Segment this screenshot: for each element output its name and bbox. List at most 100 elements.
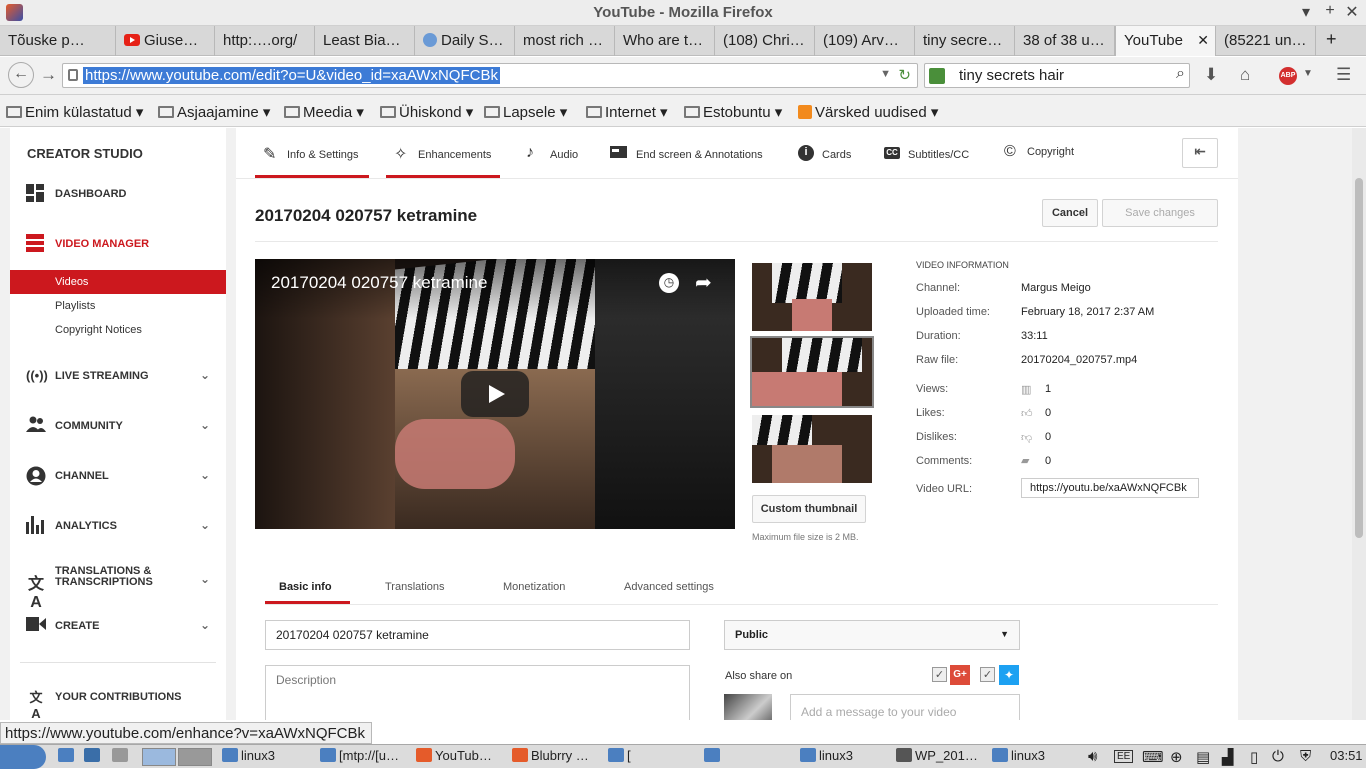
- adblock-dropdown-icon[interactable]: ▼: [1303, 68, 1313, 79]
- minimize-icon[interactable]: ▾: [1296, 2, 1316, 22]
- browser-tab[interactable]: 38 of 38 u…: [1015, 26, 1115, 56]
- share-message-field[interactable]: Add a message to your video: [790, 694, 1020, 720]
- menu-icon[interactable]: ☰: [1336, 65, 1351, 85]
- sidebar-subitem-playlists[interactable]: Playlists: [10, 294, 226, 318]
- thumbnail-option-selected[interactable]: [750, 336, 874, 408]
- close-icon[interactable]: ✕: [1342, 2, 1362, 22]
- search-icon[interactable]: ⌕: [1176, 65, 1185, 83]
- taskbar-launcher[interactable]: [112, 748, 131, 763]
- sidebar-item-analytics[interactable]: ANALYTICS ⌄: [10, 514, 226, 538]
- player-title[interactable]: 20170204 020757 ketramine: [271, 273, 487, 293]
- sidebar-subitem-copyright-notices[interactable]: Copyright Notices: [10, 318, 226, 342]
- tab-advanced-settings[interactable]: Advanced settings: [624, 574, 714, 604]
- browser-tab[interactable]: http:….org/: [215, 26, 315, 56]
- tab-cards[interactable]: i Cards: [798, 140, 868, 178]
- sidebar-item-dashboard[interactable]: DASHBOARD: [10, 182, 226, 206]
- video-url-field[interactable]: https://youtu.be/xaAWxNQFCBk: [1021, 478, 1199, 498]
- sidebar-item-channel[interactable]: CHANNEL ⌄: [10, 464, 226, 488]
- maximize-icon[interactable]: +: [1320, 2, 1340, 20]
- sidebar-subitem-videos[interactable]: Videos: [10, 270, 226, 294]
- tab-enhancements[interactable]: ✧ Enhancements: [386, 140, 500, 178]
- sidebar-item-create[interactable]: CREATE ⌄: [10, 614, 226, 638]
- reload-icon[interactable]: ↻: [898, 66, 911, 84]
- bookmark-folder[interactable]: Meedia ▾: [284, 103, 364, 121]
- browser-tab[interactable]: Giuse…: [116, 26, 215, 56]
- custom-thumbnail-button[interactable]: Custom thumbnail: [752, 495, 866, 523]
- taskbar-window[interactable]: Blubrry …: [512, 748, 589, 763]
- sidebar-item-translations[interactable]: 文A TRANSLATIONS & TRANSCRIPTIONS ⌄: [10, 564, 226, 612]
- tab-basic-info[interactable]: Basic info: [265, 574, 350, 604]
- bookmark-folder[interactable]: Lapsele ▾: [484, 103, 567, 121]
- bookmark-folder[interactable]: Asjaajamine ▾: [158, 103, 270, 121]
- cancel-button[interactable]: Cancel: [1042, 199, 1098, 227]
- workspace-1[interactable]: [142, 748, 176, 766]
- notes-icon[interactable]: ▤: [1196, 748, 1210, 766]
- tab-monetization[interactable]: Monetization: [503, 574, 565, 604]
- scrollbar-thumb[interactable]: [1355, 178, 1363, 538]
- sidebar-item-video-manager[interactable]: VIDEO MANAGER: [10, 232, 226, 256]
- taskbar-launcher[interactable]: [84, 748, 103, 763]
- new-tab-icon[interactable]: +: [1318, 26, 1348, 56]
- tab-info-settings[interactable]: ✎ Info & Settings: [255, 140, 369, 178]
- watch-later-icon[interactable]: ◷: [659, 273, 679, 293]
- browser-tab-active[interactable]: YouTube ✕: [1115, 26, 1216, 56]
- taskbar-window[interactable]: YouTub…: [416, 748, 492, 763]
- tab-subtitles[interactable]: CC Subtitles/CC: [884, 140, 984, 178]
- tab-copyright[interactable]: © Copyright: [1004, 140, 1094, 178]
- back-icon[interactable]: ←: [8, 62, 34, 88]
- adblock-icon[interactable]: ABP: [1279, 67, 1297, 85]
- power-icon[interactable]: ⏻: [1272, 748, 1284, 765]
- bookmark-feed[interactable]: Värsked uudised ▾: [798, 103, 938, 121]
- taskbar-launcher[interactable]: [58, 748, 77, 763]
- privacy-select[interactable]: Public ▼: [724, 620, 1020, 650]
- bookmark-folder[interactable]: Internet ▾: [586, 103, 668, 121]
- network-icon[interactable]: ▟: [1222, 748, 1234, 766]
- volume-icon[interactable]: 🔊︎: [1088, 748, 1097, 765]
- tab-translations[interactable]: Translations: [385, 574, 445, 604]
- taskbar-window[interactable]: linux3: [222, 748, 275, 763]
- play-button[interactable]: [461, 371, 529, 417]
- back-arrow-button[interactable]: ⇤: [1182, 138, 1218, 168]
- sidebar-item-live-streaming[interactable]: ((•)) LIVE STREAMING ⌄: [10, 364, 226, 388]
- title-field[interactable]: 20170204 020757 ketramine: [265, 620, 690, 650]
- dropdown-icon[interactable]: ▼: [880, 68, 891, 80]
- taskbar-window[interactable]: linux3: [992, 748, 1045, 763]
- browser-tab[interactable]: tiny secre…: [915, 26, 1015, 56]
- workspace-2[interactable]: [178, 748, 212, 766]
- taskbar-window[interactable]: WP_201…: [896, 748, 978, 763]
- sidebar-item-community[interactable]: COMMUNITY ⌄: [10, 414, 226, 438]
- update-icon[interactable]: ⊕: [1170, 748, 1183, 766]
- battery-icon[interactable]: ▯: [1250, 748, 1258, 766]
- forward-icon[interactable]: →: [40, 65, 57, 85]
- sidebar-item-contributions[interactable]: 文A YOUR CONTRIBUTIONS: [10, 685, 226, 720]
- browser-tab[interactable]: Least Bia…: [315, 26, 415, 56]
- bookmark-folder[interactable]: Ühiskond ▾: [380, 103, 473, 121]
- taskbar-window[interactable]: [: [608, 748, 631, 763]
- download-icon[interactable]: ⬇: [1204, 65, 1218, 85]
- browser-tab[interactable]: Daily S…: [415, 26, 515, 56]
- browser-tab[interactable]: most rich …: [515, 26, 615, 56]
- share-icon[interactable]: ➦: [695, 270, 712, 295]
- browser-tab[interactable]: (108) Chri…: [715, 26, 815, 56]
- google-plus-checkbox[interactable]: ✓: [932, 667, 947, 682]
- browser-tab[interactable]: Who are t…: [615, 26, 715, 56]
- save-changes-button[interactable]: Save changes: [1102, 199, 1218, 227]
- bookmark-folder[interactable]: Enim külastatud ▾: [6, 103, 143, 121]
- tab-audio[interactable]: ♪ Audio: [526, 140, 586, 178]
- keyboard-icon[interactable]: ⌨: [1142, 748, 1164, 766]
- video-player[interactable]: 20170204 020757 ketramine ◷ ➦: [255, 259, 735, 529]
- taskbar-window[interactable]: [mtp://[u…: [320, 748, 399, 763]
- browser-tab[interactable]: (109) Arv…: [815, 26, 915, 56]
- bookmark-folder[interactable]: Estobuntu ▾: [684, 103, 782, 121]
- shield-icon[interactable]: ⛨: [1300, 748, 1311, 765]
- page-scrollbar[interactable]: [1352, 128, 1366, 720]
- taskbar-window[interactable]: linux3: [800, 748, 853, 763]
- tab-end-screen[interactable]: End screen & Annotations: [610, 140, 780, 178]
- browser-tab[interactable]: Tõuske p…: [0, 26, 116, 56]
- url-bar[interactable]: https://www.youtube.com/edit?o=U&video_i…: [62, 63, 918, 88]
- thumbnail-option[interactable]: [752, 263, 872, 331]
- twitter-checkbox[interactable]: ✓: [980, 667, 995, 682]
- home-icon[interactable]: ⌂: [1240, 65, 1250, 85]
- search-input[interactable]: tiny secrets hair ⌕: [924, 63, 1190, 88]
- keyboard-layout[interactable]: EE: [1114, 750, 1134, 763]
